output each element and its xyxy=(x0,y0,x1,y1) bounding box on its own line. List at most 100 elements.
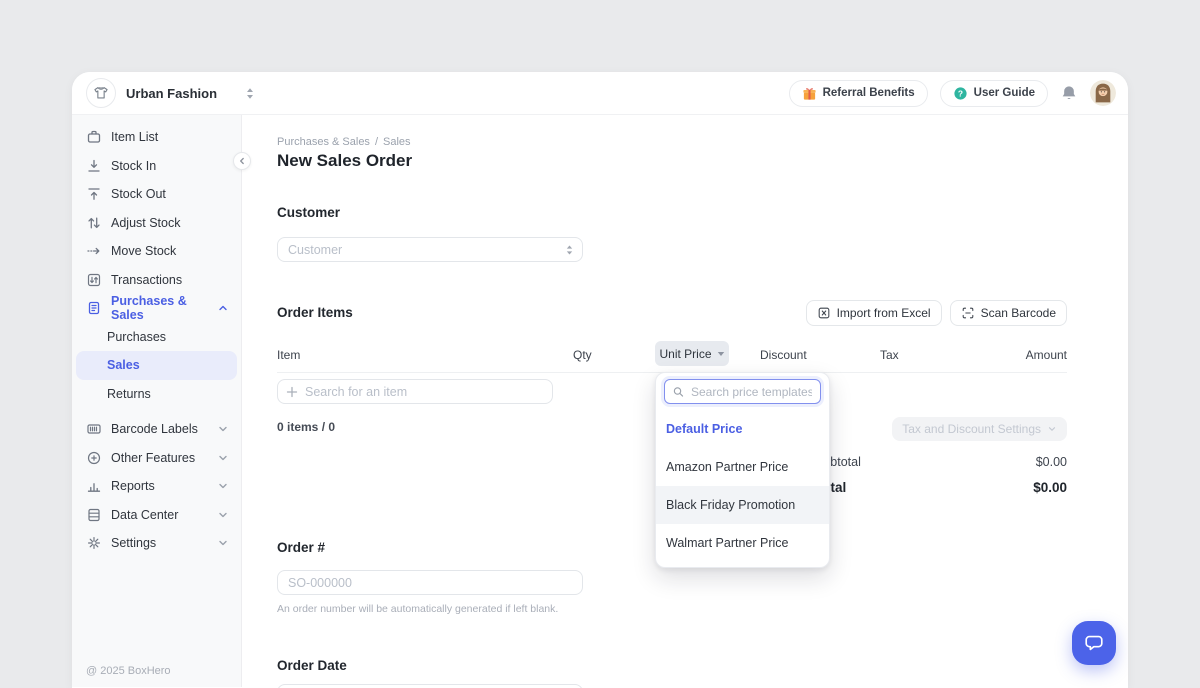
notifications-bell-icon[interactable] xyxy=(1060,84,1078,102)
column-header-discount: Discount xyxy=(760,348,807,362)
other-features-icon xyxy=(86,450,102,466)
price-template-option-black-friday[interactable]: Black Friday Promotion xyxy=(656,486,829,524)
sidebar-collapse-button[interactable] xyxy=(233,152,251,170)
column-header-unit-price: Unit Price xyxy=(659,347,711,361)
import-from-excel-button[interactable]: Import from Excel xyxy=(806,300,942,326)
sidebar-item-label: Purchases xyxy=(107,330,166,344)
column-header-tax: Tax xyxy=(880,348,899,362)
chevron-left-icon xyxy=(237,156,247,166)
topbar-actions: Referral Benefits ? User Guide xyxy=(789,80,1116,107)
chat-icon xyxy=(1083,632,1105,654)
price-template-search xyxy=(664,379,821,404)
main-content: Purchases & Sales / Sales New Sales Orde… xyxy=(242,115,1128,687)
sidebar-item-stock-out[interactable]: Stock Out xyxy=(72,180,241,209)
stock-out-icon xyxy=(86,186,102,202)
order-number-hint: An order number will be automatically ge… xyxy=(277,603,558,615)
workspace-logo[interactable] xyxy=(86,78,116,108)
breadcrumb-section[interactable]: Purchases & Sales xyxy=(277,136,370,148)
sidebar-item-label: Transactions xyxy=(111,273,182,287)
topbar: Urban Fashion Referral Benefits ? User G… xyxy=(72,72,1128,115)
settings-icon xyxy=(86,535,102,551)
price-template-option-default[interactable]: Default Price xyxy=(656,410,829,448)
stock-in-icon xyxy=(86,158,102,174)
sidebar-item-stock-in[interactable]: Stock In xyxy=(72,152,241,181)
sidebar-item-label: Reports xyxy=(111,479,155,493)
sidebar-item-purchases[interactable]: Purchases xyxy=(72,323,241,352)
scan-barcode-button[interactable]: Scan Barcode xyxy=(950,300,1067,326)
breadcrumb-page[interactable]: Sales xyxy=(383,136,411,148)
customer-select[interactable] xyxy=(277,237,583,262)
sidebar-item-transactions[interactable]: Transactions xyxy=(72,266,241,295)
customer-heading: Customer xyxy=(277,205,340,220)
import-from-excel-label: Import from Excel xyxy=(837,306,931,320)
sidebar-item-item-list[interactable]: Item List xyxy=(72,123,241,152)
chevron-down-icon xyxy=(217,423,229,435)
chevron-down-icon xyxy=(217,480,229,492)
avatar[interactable] xyxy=(1090,80,1116,106)
column-header-qty: Qty xyxy=(573,348,592,362)
customer-select-input[interactable] xyxy=(277,237,583,262)
sidebar-item-label: Data Center xyxy=(111,508,178,522)
sidebar-item-label: Sales xyxy=(107,358,140,372)
copyright-text: @ 2025 BoxHero xyxy=(86,665,171,677)
user-guide-button[interactable]: ? User Guide xyxy=(940,80,1048,107)
purchases-sales-icon xyxy=(86,300,102,316)
sidebar-item-reports[interactable]: Reports xyxy=(72,472,241,501)
sidebar: Item List Stock In Stock Out Adjust Stoc… xyxy=(72,115,242,687)
sidebar-item-label: Move Stock xyxy=(111,244,176,258)
subtotal-value: $0.00 xyxy=(1036,455,1067,469)
breadcrumb-separator: / xyxy=(375,136,378,148)
breadcrumb: Purchases & Sales / Sales xyxy=(277,136,411,148)
sidebar-item-purchases-sales[interactable]: Purchases & Sales xyxy=(72,294,241,323)
order-date-heading: Order Date xyxy=(277,658,347,673)
column-header-amount: Amount xyxy=(1026,348,1067,362)
item-search xyxy=(277,379,553,404)
sidebar-item-move-stock[interactable]: Move Stock xyxy=(72,237,241,266)
order-number-input[interactable] xyxy=(277,570,583,595)
sidebar-item-label: Purchases & Sales xyxy=(111,294,208,322)
sidebar-item-returns[interactable]: Returns xyxy=(72,380,241,409)
column-header-item: Item xyxy=(277,348,300,362)
barcode-labels-icon xyxy=(86,421,102,437)
move-stock-icon xyxy=(86,243,102,259)
scan-barcode-label: Scan Barcode xyxy=(981,306,1056,320)
tshirt-logo-icon xyxy=(92,84,110,102)
page-title: New Sales Order xyxy=(277,151,412,171)
chat-support-button[interactable] xyxy=(1072,621,1116,665)
price-template-dropdown: Default Price Amazon Partner Price Black… xyxy=(655,372,830,568)
scan-icon xyxy=(961,306,975,320)
chevron-down-icon xyxy=(1047,424,1057,434)
item-search-input[interactable] xyxy=(277,379,553,404)
reports-icon xyxy=(86,478,102,494)
caret-down-icon xyxy=(717,351,725,357)
tax-discount-settings-button[interactable]: Tax and Discount Settings xyxy=(892,417,1067,441)
items-count: 0 items / 0 xyxy=(277,420,335,434)
sidebar-item-settings[interactable]: Settings xyxy=(72,529,241,558)
sidebar-item-label: Adjust Stock xyxy=(111,216,180,230)
referral-benefits-button[interactable]: Referral Benefits xyxy=(789,80,928,107)
order-items-heading: Order Items xyxy=(277,305,353,320)
price-template-option-walmart[interactable]: Walmart Partner Price xyxy=(656,524,829,562)
gift-icon xyxy=(802,86,817,101)
price-template-option-amazon[interactable]: Amazon Partner Price xyxy=(656,448,829,486)
app-body: Item List Stock In Stock Out Adjust Stoc… xyxy=(72,115,1128,687)
order-number-field xyxy=(277,570,583,595)
chevron-down-icon xyxy=(217,537,229,549)
order-date-input[interactable] xyxy=(277,684,583,688)
sort-updown-icon xyxy=(245,87,255,100)
referral-benefits-label: Referral Benefits xyxy=(823,87,915,99)
sidebar-item-sales[interactable]: Sales xyxy=(76,351,237,380)
sidebar-item-label: Other Features xyxy=(111,451,195,465)
question-icon: ? xyxy=(953,86,968,101)
sidebar-item-data-center[interactable]: Data Center xyxy=(72,501,241,530)
workspace-switcher[interactable] xyxy=(245,87,255,100)
sidebar-item-other-features[interactable]: Other Features xyxy=(72,444,241,473)
sidebar-item-adjust-stock[interactable]: Adjust Stock xyxy=(72,209,241,238)
sidebar-item-barcode-labels[interactable]: Barcode Labels xyxy=(72,415,241,444)
svg-text:?: ? xyxy=(958,88,963,98)
adjust-stock-icon xyxy=(86,215,102,231)
order-number-heading: Order # xyxy=(277,540,325,555)
price-template-search-input[interactable] xyxy=(664,379,821,404)
chevron-down-icon xyxy=(217,452,229,464)
unit-price-dropdown-trigger[interactable]: Unit Price xyxy=(655,341,729,366)
